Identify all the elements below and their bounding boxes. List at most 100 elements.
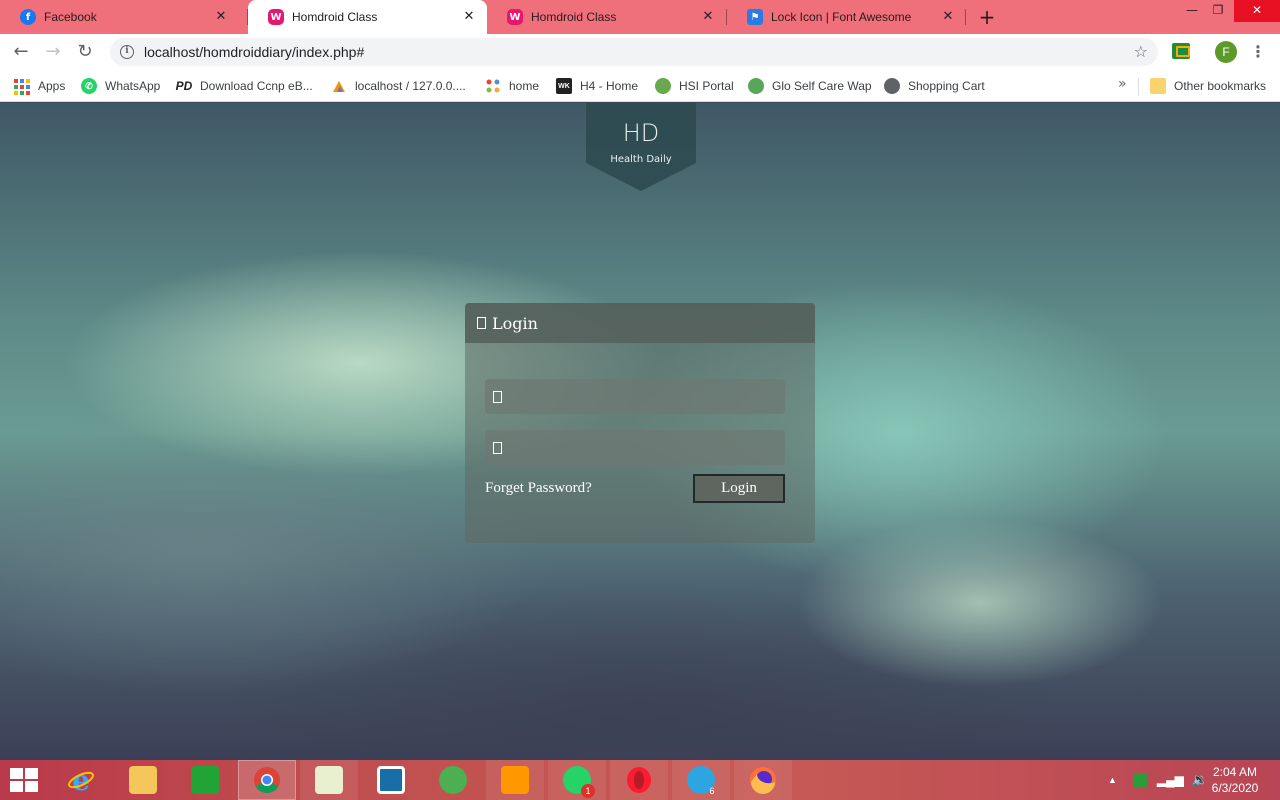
taskbar-green-app[interactable] (424, 760, 482, 800)
bookmark-whatsapp[interactable]: ✆ WhatsApp (81, 76, 160, 96)
firefox-icon (749, 766, 777, 794)
sublime-text-icon (501, 766, 529, 794)
tab-font-awesome[interactable]: ⚑ Lock Icon | Font Awesome ✕ (727, 0, 966, 34)
globe-icon (884, 78, 900, 94)
restore-icon[interactable]: ❐ (1204, 0, 1232, 22)
bookmark-phpmyadmin[interactable]: localhost / 127.0.0.... (331, 76, 466, 96)
bookmark-download-ccnp[interactable]: PD Download Ccnp eB... (176, 76, 313, 96)
google-classroom-icon[interactable] (1172, 43, 1190, 59)
logo-text: Health Daily (610, 154, 671, 165)
tray-app-icon[interactable] (1132, 773, 1147, 787)
close-icon[interactable]: ✕ (940, 9, 956, 25)
bookmark-label: Other bookmarks (1174, 79, 1267, 93)
info-icon[interactable]: i (120, 45, 134, 59)
taskbar-whatsapp[interactable]: 1 (548, 760, 606, 800)
reload-icon[interactable]: ↻ (72, 39, 98, 65)
phpmyadmin-icon (331, 78, 347, 94)
username-field[interactable] (485, 379, 785, 414)
close-icon[interactable]: ✕ (461, 9, 477, 25)
svg-text:e: e (72, 766, 90, 794)
bookmark-label: WhatsApp (105, 79, 161, 93)
more-menu-icon[interactable]: ⋮ (1250, 41, 1266, 63)
taskbar-file-explorer[interactable] (114, 760, 172, 800)
taskbar-telegram[interactable]: 6 (672, 760, 730, 800)
new-tab-plus-icon[interactable]: + (976, 6, 998, 28)
health-daily-logo[interactable]: HD Health Daily (586, 103, 696, 191)
notification-badge: 6 (709, 786, 715, 796)
tab-homdroid-class-active[interactable]: W Homdroid Class ✕ (248, 0, 487, 34)
key-icon (493, 441, 502, 454)
bookmark-label: localhost / 127.0.0.... (355, 79, 466, 93)
bookmark-label: HSI Portal (679, 79, 734, 93)
bookmark-label: Download Ccnp eB... (200, 79, 313, 93)
windows-taskbar: e 1 6 ▲ ▂▄▆ 🔉 2:04 AM 6/3/2020 (0, 760, 1280, 800)
profile-avatar[interactable]: F (1215, 41, 1237, 63)
login-button[interactable]: Login (693, 474, 785, 503)
login-heading: Login (492, 313, 538, 333)
taskbar-internet-explorer[interactable]: e (52, 760, 110, 800)
bookmark-label: home (509, 79, 540, 93)
tab-title: Facebook (44, 10, 97, 24)
wamp-icon: W (507, 9, 523, 25)
taskbar-firefox[interactable] (734, 760, 792, 800)
green-app-icon (439, 766, 467, 794)
opera-icon (625, 766, 653, 794)
tab-title: Lock Icon | Font Awesome (771, 10, 912, 24)
url-text[interactable]: localhost/homdroiddiary/index.php# (144, 44, 364, 60)
taskbar-clock[interactable]: 2:04 AM 6/3/2020 (1205, 764, 1265, 796)
bookmark-h4-home[interactable]: WK H4 - Home (556, 76, 638, 96)
clock-time: 2:04 AM (1212, 765, 1258, 779)
show-hidden-icons-icon[interactable]: ▲ (1108, 775, 1117, 785)
window-close-icon[interactable]: ✕ (1234, 0, 1280, 22)
close-icon[interactable]: ✕ (213, 9, 229, 25)
bookmark-label: Apps (38, 79, 66, 93)
forward-arrow-icon[interactable]: → (40, 39, 66, 65)
tab-facebook[interactable]: f Facebook ✕ (0, 0, 239, 34)
store-icon (191, 766, 219, 794)
bookmark-star-icon[interactable]: ☆ (1134, 42, 1148, 61)
windows-start-icon[interactable] (10, 768, 38, 792)
bookmark-label: Glo Self Care Wap (772, 79, 872, 93)
bookmark-other-bookmarks[interactable]: Other bookmarks (1150, 76, 1266, 96)
taskbar-store[interactable] (176, 760, 234, 800)
password-field[interactable] (485, 430, 785, 465)
forget-password-link[interactable]: Forget Password? (485, 480, 592, 497)
minimize-icon[interactable]: — (1178, 0, 1206, 22)
apps-grid-icon (14, 78, 30, 95)
pd-icon: PD (175, 79, 193, 93)
bookmark-hsi-portal[interactable]: HSI Portal (655, 76, 734, 96)
network-signal-icon[interactable]: ▂▄▆ (1157, 773, 1184, 787)
glo-icon (748, 78, 764, 94)
bookmark-shopping-cart[interactable]: Shopping Cart (884, 76, 985, 96)
back-arrow-icon[interactable]: ← (8, 39, 34, 65)
taskbar-notepad-plus-plus[interactable] (300, 760, 358, 800)
system-tray: ▲ ▂▄▆ 🔉 (1108, 760, 1208, 800)
address-bar[interactable]: i localhost/homdroiddiary/index.php# ☆ (110, 38, 1158, 66)
taskbar-chrome[interactable] (238, 760, 296, 800)
bookmarks-divider (1138, 78, 1139, 96)
taskbar-opera[interactable] (610, 760, 668, 800)
whatsapp-icon: 1 (563, 766, 595, 798)
bookmark-apps[interactable]: Apps (14, 76, 65, 96)
font-awesome-flag-icon: ⚑ (747, 9, 763, 25)
facebook-icon: f (20, 9, 36, 25)
close-icon[interactable]: ✕ (700, 9, 716, 25)
wamp-icon: W (268, 9, 284, 25)
tab-separator (965, 9, 966, 25)
taskbar-brackets[interactable] (362, 760, 420, 800)
taskbar-sublime-text[interactable] (486, 760, 544, 800)
bookmarks-overflow-icon[interactable]: » (1118, 76, 1127, 92)
tab-homdroid-class[interactable]: W Homdroid Class ✕ (487, 0, 726, 34)
bookmark-label: Shopping Cart (908, 79, 985, 93)
page-background: HD Health Daily Login Forget Password? L… (0, 103, 1280, 760)
folder-icon (1150, 78, 1166, 94)
password-input[interactable] (508, 430, 785, 465)
clock-date: 6/3/2020 (1211, 781, 1259, 795)
tab-title: Homdroid Class (531, 10, 617, 24)
login-panel: Login Forget Password? Login (465, 303, 815, 543)
tab-title: Homdroid Class (292, 10, 378, 24)
bookmark-glo-self-care[interactable]: Glo Self Care Wap (748, 76, 872, 96)
username-input[interactable] (508, 379, 785, 414)
browser-toolbar: ← → ↻ i localhost/homdroiddiary/index.ph… (0, 34, 1280, 70)
bookmark-home[interactable]: home (485, 76, 539, 96)
